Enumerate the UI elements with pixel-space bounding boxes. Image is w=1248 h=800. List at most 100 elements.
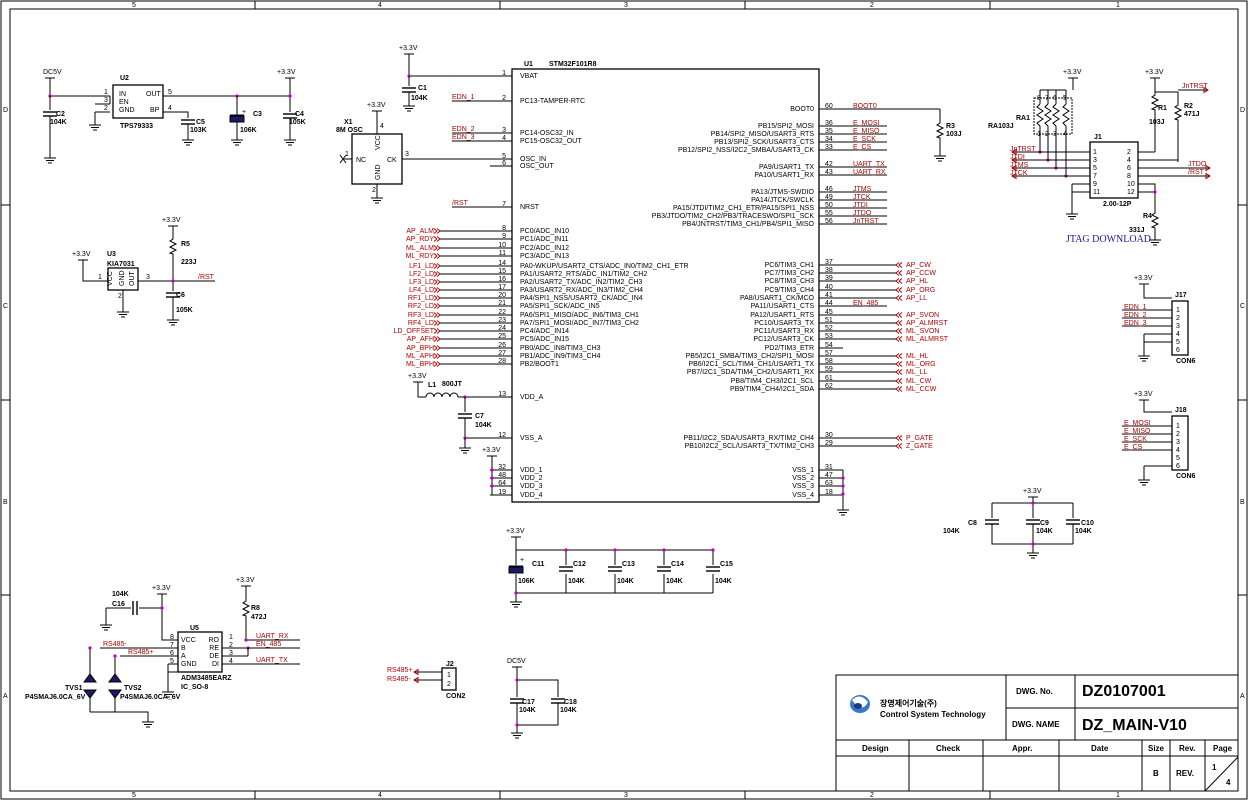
net-label: ML_RDY xyxy=(406,253,435,260)
pin-name: PC11/USART3_RX xyxy=(754,328,814,335)
pin-num: 2 xyxy=(104,105,108,112)
net-label: UART_TX xyxy=(853,161,885,168)
pin-name: PC10/USART3_TX xyxy=(754,320,814,327)
net-label: UART_TX xyxy=(256,657,288,664)
component-part: STM32F101R8 xyxy=(549,61,597,68)
pin-name: PA5/SPI1_SCK/ADC_IN5 xyxy=(520,303,600,310)
title-block: 장명제어기술(주) Control System Technology DWG.… xyxy=(835,674,1239,792)
pin-num: 6 xyxy=(1176,463,1180,470)
pin-num: 5 xyxy=(502,153,506,160)
pin-num: 1 xyxy=(502,70,506,77)
pin-num: 49 xyxy=(825,194,833,201)
net-label: JTMS xyxy=(853,186,872,193)
component-value: 104K xyxy=(1036,528,1053,535)
pin-name: PC2/ADC_IN12 xyxy=(520,245,569,252)
pin-name: VDD_A xyxy=(520,394,544,401)
pin-name: VDD_3 xyxy=(520,483,543,490)
pin-num: 11 xyxy=(1093,189,1100,196)
component-ref: C12 xyxy=(573,561,586,568)
pin-num: 35 xyxy=(825,128,833,135)
pin-num: 57 xyxy=(825,350,833,357)
component-value: 104K xyxy=(475,422,492,429)
net-label: +3.3V xyxy=(1063,69,1082,76)
net-label: P_GATE xyxy=(906,435,933,442)
pin-num: 2 xyxy=(502,95,506,102)
net-label: AP_ALMRST xyxy=(906,320,948,327)
pin-num: 39 xyxy=(825,275,833,282)
pin-name: PC4/ADC_IN14 xyxy=(520,328,569,335)
pin-name: OUT xyxy=(146,91,162,98)
pin-name: PA3/USART2_RX/ADC_IN3/TIM2_CH4 xyxy=(520,287,643,294)
pin-name: GND xyxy=(119,107,135,114)
component-ref: X1 xyxy=(344,119,353,126)
component-ref: C8 xyxy=(968,520,977,527)
j17-connector xyxy=(1171,300,1189,356)
pin-num: 17 xyxy=(498,284,506,291)
pin-num: 8 xyxy=(502,225,506,232)
pin-name: IN xyxy=(119,91,126,98)
pin-num: 14 xyxy=(498,260,506,267)
component-ref: J1 xyxy=(1094,134,1102,141)
jtag-section: +3.3V 81726354 RA1 RA103J +3.3V R1 103J … xyxy=(988,69,1211,246)
frame-col-label: 3 xyxy=(624,792,628,799)
component-value: 105K xyxy=(289,119,306,126)
net-label: E_CS xyxy=(1124,444,1143,451)
dc5v-caps: DC5V C17 104K C18 104K xyxy=(507,658,577,739)
pin-name: PB5/I2C1_SMBA/TIM3_CH2/SPI1_MOSI xyxy=(686,353,814,360)
pin-num: 55 xyxy=(825,210,833,217)
header-page: Page xyxy=(1213,744,1233,753)
dwg-no-label: DWG. No. xyxy=(1016,687,1053,696)
component-value: 104K xyxy=(112,591,129,598)
reset-section: +3.3V U3 KIA7031 1 3 2 VCC GND OUT /RST … xyxy=(72,217,215,326)
pin-num: 44 xyxy=(825,300,833,307)
component-value: 104K xyxy=(568,578,585,585)
pin-num: 3 xyxy=(146,274,150,281)
net-label: LD_OFFSET xyxy=(394,328,435,335)
pin-num: 3 xyxy=(1093,157,1097,164)
pin-num: 3 xyxy=(405,151,409,158)
pin-num: 1 xyxy=(1176,307,1180,314)
pin-name: OSC_IN xyxy=(520,156,546,163)
decoupling-group-2: +3.3V + C11 106K C12 104K C13 104K C14 104K C15 10… xyxy=(506,528,733,608)
pin-num: 43 xyxy=(825,169,833,176)
pin-name: PB3/JTDO/TIM2_CH2/PB3/TRACESWO/SPI1_SCK xyxy=(652,213,815,220)
pin-num: 3 xyxy=(1176,323,1180,330)
net-label: LF1_LD xyxy=(409,263,434,270)
component-ref: C14 xyxy=(671,561,684,568)
component-package: IC_SO-8 xyxy=(181,684,208,691)
header-design: Design xyxy=(862,744,889,753)
net-label: E_MOSI xyxy=(1124,420,1151,427)
pin-num: 4 xyxy=(502,135,506,142)
component-value: 103J xyxy=(1149,119,1165,126)
pin-num: 62 xyxy=(825,383,833,390)
pin-name: VDD_4 xyxy=(520,492,543,499)
page-number: 1 xyxy=(1212,763,1217,772)
pin-num: 32 xyxy=(498,464,506,471)
pin-name: BOOT0 xyxy=(790,106,814,113)
net-label: LF4_LD xyxy=(409,287,434,294)
net-label: ML_CW xyxy=(906,378,932,385)
pin-num: 3 xyxy=(502,127,506,134)
component-value: 104K xyxy=(411,95,428,102)
rev-value: REV. xyxy=(1176,769,1194,778)
component-ref: RA1 xyxy=(1016,115,1030,122)
pin-name: VSS_1 xyxy=(792,467,814,474)
pin-name: VSS_2 xyxy=(792,475,814,482)
net-label: ML_LL xyxy=(906,369,928,376)
net-label: /RST xyxy=(1188,169,1205,176)
frame-row-label: D xyxy=(1240,107,1245,114)
header-date: Date xyxy=(1091,744,1109,753)
pin-num: 28 xyxy=(498,358,506,365)
pin-num: 64 xyxy=(498,480,506,487)
net-label: JTMS xyxy=(1010,162,1029,169)
net-label: ML_SVON xyxy=(906,328,939,335)
pin-name: PD2/TIM3_ETR xyxy=(765,345,814,352)
component-value: 104K xyxy=(1075,528,1092,535)
net-label: DC5V xyxy=(507,658,526,665)
pin-name: PC7/TIM3_CH2 xyxy=(765,270,815,277)
net-label: ML_APH xyxy=(406,353,434,360)
component-part: CON6 xyxy=(1176,473,1196,480)
pin-name: PA2/USART2_TX/ADC_IN2/TIM2_CH3 xyxy=(520,279,642,286)
dwg-no: DZ0107001 xyxy=(1082,683,1166,700)
component-value: 104K xyxy=(715,578,732,585)
